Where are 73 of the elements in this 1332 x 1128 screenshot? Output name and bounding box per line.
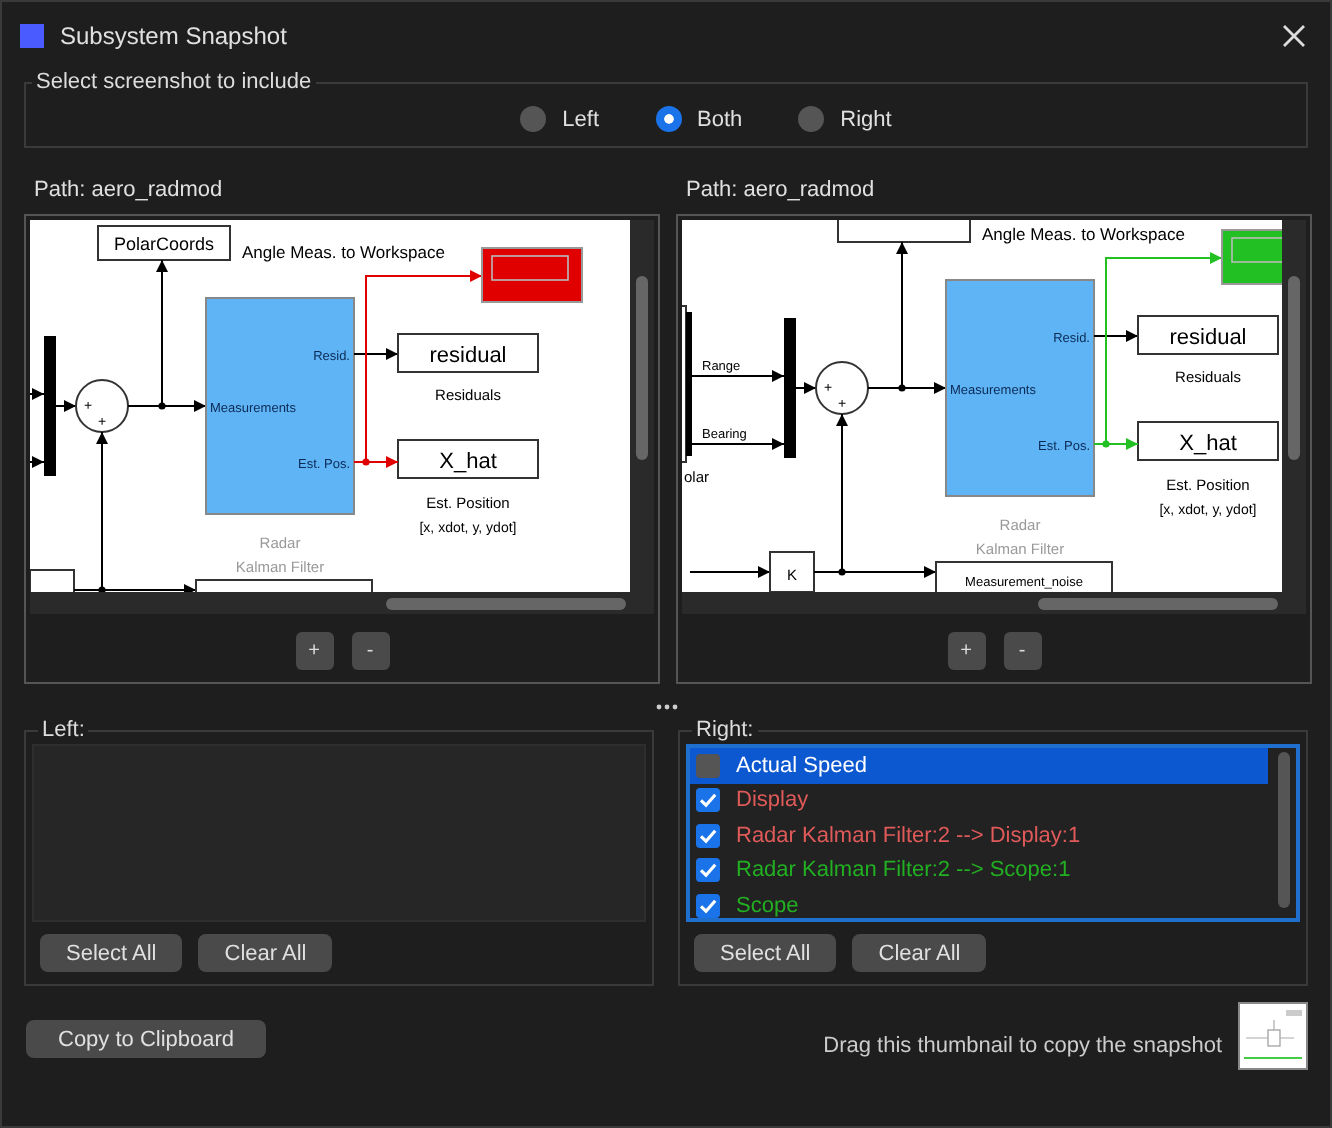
radio-button[interactable] (655, 106, 682, 132)
sum-block (75, 379, 129, 433)
radio-option[interactable]: Right (798, 106, 892, 132)
mux-bar (44, 336, 56, 476)
scrollbar-thumb[interactable] (386, 598, 626, 610)
group-title: Select screenshot to include (34, 70, 314, 94)
signal-line (691, 438, 785, 450)
signal-line (689, 566, 771, 578)
close-icon[interactable] (1282, 24, 1306, 48)
checkbox[interactable] (696, 788, 720, 813)
diagram-label: residual (429, 344, 507, 368)
list-button[interactable]: Select All (694, 934, 837, 972)
checkbox[interactable] (696, 893, 720, 918)
item-label: Radar Kalman Filter:2 --> Scope:1 (736, 858, 1071, 883)
radio-button[interactable] (520, 106, 547, 132)
zoom-button[interactable]: - (351, 632, 389, 670)
checkbox[interactable] (696, 823, 720, 848)
group-title: Left: (40, 718, 87, 742)
signal-line (691, 370, 785, 382)
splitter-grip-icon[interactable] (655, 704, 677, 710)
list-button[interactable]: Clear All (198, 934, 333, 972)
sum-block (815, 361, 869, 415)
list-item[interactable]: Actual Speed (690, 748, 1268, 783)
junction-dot (898, 384, 906, 392)
signal-line (30, 388, 45, 400)
drag-hint: Drag this thumbnail to copy the snapshot (823, 1034, 1222, 1058)
junction-dot (838, 568, 846, 576)
list-item[interactable]: Display (690, 783, 1268, 818)
diagram-block (97, 225, 231, 261)
scrollbar-thumb[interactable] (1288, 276, 1300, 460)
diagram-label: PolarCoords (113, 234, 215, 254)
scrollbar-thumb[interactable] (1038, 598, 1278, 610)
zoom-button[interactable]: - (1003, 632, 1041, 670)
path-label: Path: aero_radmod (32, 178, 225, 206)
checkbox[interactable] (696, 753, 720, 778)
list-item[interactable]: Radar Kalman Filter:2 --> Scope:1 (690, 853, 1268, 888)
signal-line (55, 400, 77, 412)
signal-line (30, 456, 45, 468)
scrollbar-thumb[interactable] (636, 276, 648, 460)
diagram-label: X_hat (439, 450, 497, 474)
junction-dot (158, 402, 166, 410)
signal-line (353, 348, 399, 360)
signal-line (1093, 330, 1139, 342)
diagram-label: Angle Meas. to Workspace (982, 224, 1185, 244)
path-label: Path: aero_radmod (684, 178, 877, 206)
signal-line (795, 382, 817, 394)
port-bar (686, 312, 692, 456)
group-title: Right: (694, 718, 756, 742)
thumbnail-drawing[interactable] (1238, 1002, 1308, 1070)
checkbox[interactable] (696, 858, 720, 883)
zoom-button[interactable]: + (295, 632, 333, 670)
app-icon (20, 24, 44, 48)
list-item[interactable]: Radar Kalman Filter:2 --> Display:1 (690, 818, 1268, 853)
diagram-label: Angle Meas. to Workspace (242, 242, 445, 262)
radio-option[interactable]: Left (520, 106, 600, 132)
mux-bar (784, 318, 796, 458)
diagram-block (397, 333, 539, 373)
list-item[interactable]: Scope (690, 888, 1268, 918)
item-label: Display (736, 788, 809, 813)
list-button[interactable]: Select All (40, 934, 183, 972)
radio-button[interactable] (798, 106, 825, 132)
item-label: Radar Kalman Filter:2 --> Display:1 (736, 823, 1081, 848)
item-label: Actual Speed (736, 753, 867, 778)
list-button[interactable]: Clear All (852, 934, 987, 972)
copy-button[interactable]: Copy to Clipboard (26, 1020, 267, 1058)
item-label: Scope (736, 893, 799, 918)
scrollbar-thumb[interactable] (1278, 752, 1290, 908)
window-title: Subsystem Snapshot (60, 22, 289, 50)
diagram-label: residual (1169, 326, 1247, 350)
diagram-block (397, 439, 539, 479)
zoom-button[interactable]: + (947, 632, 985, 670)
diagram-label: X_hat (1179, 432, 1237, 456)
radio-option[interactable]: Both (655, 106, 743, 132)
